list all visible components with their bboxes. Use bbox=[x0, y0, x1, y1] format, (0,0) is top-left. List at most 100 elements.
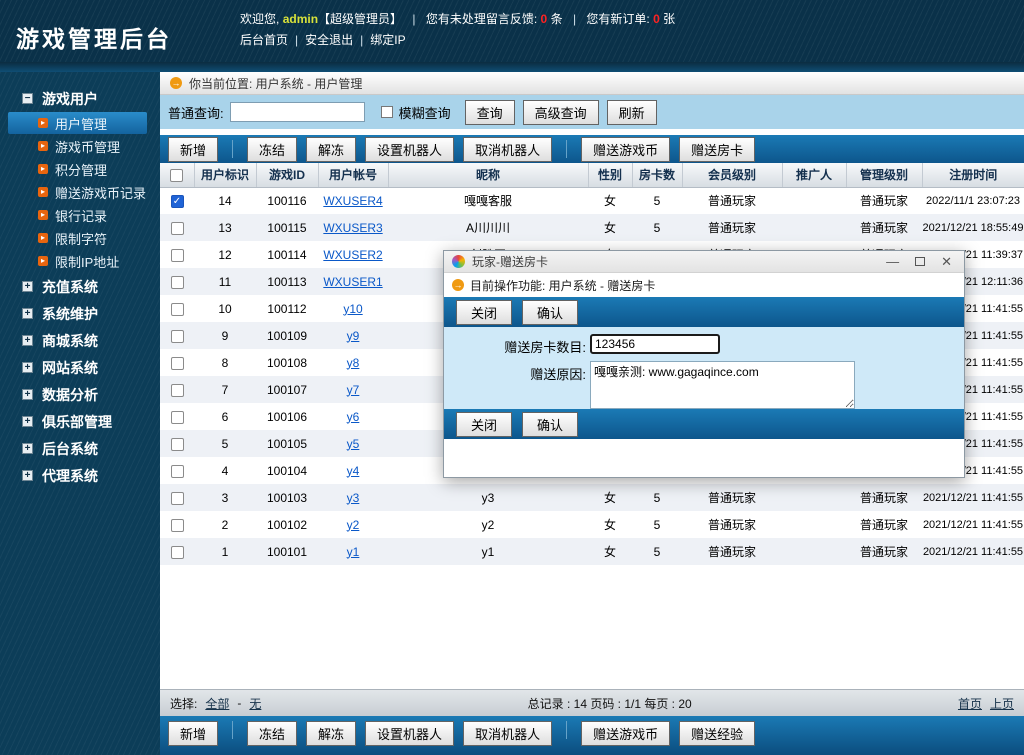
close-button[interactable]: 关闭 bbox=[456, 300, 512, 325]
column-header-管理级别[interactable]: 管理级别 bbox=[846, 163, 922, 187]
page-link-首页[interactable]: 首页 bbox=[958, 695, 982, 712]
row-checkbox[interactable] bbox=[171, 519, 184, 532]
sidebar-group-游戏用户[interactable]: −游戏用户 bbox=[0, 86, 160, 111]
查询-button[interactable]: 查询 bbox=[465, 100, 515, 125]
sidebar-item-积分管理[interactable]: ▸积分管理 bbox=[8, 158, 147, 180]
sidebar-group-数据分析[interactable]: +数据分析 bbox=[0, 382, 160, 407]
新增-button[interactable]: 新增 bbox=[168, 137, 218, 162]
header-link-0[interactable]: 后台首页 bbox=[240, 33, 288, 47]
取消机器人-button[interactable]: 取消机器人 bbox=[463, 137, 552, 162]
account-link[interactable]: y2 bbox=[347, 518, 360, 532]
column-header-注册时间[interactable]: 注册时间 bbox=[922, 163, 1024, 187]
row-checkbox[interactable] bbox=[171, 384, 184, 397]
sidebar-item-用户管理[interactable]: ▸用户管理 bbox=[8, 112, 147, 134]
account-link[interactable]: y10 bbox=[343, 302, 362, 316]
room-card-count-input[interactable] bbox=[590, 334, 720, 354]
row-checkbox[interactable] bbox=[171, 276, 184, 289]
column-header-用户标识[interactable]: 用户标识 bbox=[194, 163, 256, 187]
selection-controls: 选择: 全部 - 无 bbox=[170, 695, 261, 712]
select-none-link[interactable]: 无 bbox=[249, 695, 261, 712]
account-link[interactable]: y8 bbox=[347, 356, 360, 370]
uid-cell: 10 bbox=[194, 295, 256, 322]
account-link[interactable]: WXUSER2 bbox=[323, 248, 382, 262]
取消机器人-button[interactable]: 取消机器人 bbox=[463, 721, 552, 746]
search-input[interactable] bbox=[230, 102, 365, 122]
fuzzy-checkbox[interactable] bbox=[381, 106, 393, 118]
dialog-titlebar[interactable]: 玩家-赠送房卡 — ✕ bbox=[444, 251, 964, 273]
account-link[interactable]: y4 bbox=[347, 464, 360, 478]
sidebar-item-银行记录[interactable]: ▸银行记录 bbox=[8, 204, 147, 226]
column-header-昵称[interactable]: 昵称 bbox=[388, 163, 588, 187]
sidebar-group-代理系统[interactable]: +代理系统 bbox=[0, 463, 160, 488]
赠送游戏币-button[interactable]: 赠送游戏币 bbox=[581, 137, 670, 162]
room-cards-cell: 5 bbox=[632, 214, 682, 241]
解冻-button[interactable]: 解冻 bbox=[306, 137, 356, 162]
column-header-会员级别[interactable]: 会员级别 bbox=[682, 163, 782, 187]
row-checkbox[interactable]: ✓ bbox=[171, 195, 184, 208]
header-link-2[interactable]: 绑定IP bbox=[370, 33, 405, 47]
select-all-link[interactable]: 全部 bbox=[205, 695, 229, 712]
sidebar-group-充值系统[interactable]: +充值系统 bbox=[0, 274, 160, 299]
confirm-button[interactable]: 确认 bbox=[522, 300, 578, 325]
高级查询-button[interactable]: 高级查询 bbox=[523, 100, 599, 125]
row-checkbox[interactable] bbox=[171, 438, 184, 451]
row-checkbox[interactable] bbox=[171, 465, 184, 478]
account-link[interactable]: y3 bbox=[347, 491, 360, 505]
sidebar-group-网站系统[interactable]: +网站系统 bbox=[0, 355, 160, 380]
赠送游戏币-button[interactable]: 赠送游戏币 bbox=[581, 721, 670, 746]
刷新-button[interactable]: 刷新 bbox=[607, 100, 657, 125]
row-checkbox[interactable] bbox=[171, 411, 184, 424]
feedback-unit: 条 bbox=[551, 12, 563, 26]
冻结-button[interactable]: 冻结 bbox=[247, 721, 297, 746]
confirm-button[interactable]: 确认 bbox=[522, 412, 578, 437]
close-button[interactable]: 关闭 bbox=[456, 412, 512, 437]
sidebar-item-游戏币管理[interactable]: ▸游戏币管理 bbox=[8, 135, 147, 157]
header-link-1[interactable]: 安全退出 bbox=[305, 33, 353, 47]
account-link[interactable]: y9 bbox=[347, 329, 360, 343]
gift-reason-textarea[interactable]: 嘎嘎亲测: www.gagaqince.com bbox=[590, 361, 855, 409]
sidebar-group-系统维护[interactable]: +系统维护 bbox=[0, 301, 160, 326]
row-checkbox[interactable] bbox=[171, 303, 184, 316]
account-link[interactable]: WXUSER3 bbox=[323, 221, 382, 235]
account-link[interactable]: y1 bbox=[347, 545, 360, 559]
account-link[interactable]: y5 bbox=[347, 437, 360, 451]
page-link-上页[interactable]: 上页 bbox=[990, 695, 1014, 712]
dialog-toolbar-bottom: 关闭 确认 bbox=[444, 409, 964, 439]
column-header-推广人[interactable]: 推广人 bbox=[782, 163, 846, 187]
row-checkbox[interactable] bbox=[171, 492, 184, 505]
赠送经验-button[interactable]: 赠送经验 bbox=[679, 721, 755, 746]
row-checkbox[interactable] bbox=[171, 249, 184, 262]
设置机器人-button[interactable]: 设置机器人 bbox=[365, 721, 454, 746]
sidebar-item-限制IP地址[interactable]: ▸限制IP地址 bbox=[8, 250, 147, 272]
赠送房卡-button[interactable]: 赠送房卡 bbox=[679, 137, 755, 162]
minimize-icon[interactable]: — bbox=[886, 257, 899, 267]
row-checkbox[interactable] bbox=[171, 357, 184, 370]
table-row: 1100101y1y1女5普通玩家普通玩家2021/12/21 11:41:55 bbox=[160, 538, 1024, 565]
account-link[interactable]: WXUSER1 bbox=[323, 275, 382, 289]
sidebar-item-赠送游戏币记录[interactable]: ▸赠送游戏币记录 bbox=[8, 181, 147, 203]
account-link[interactable]: y7 bbox=[347, 383, 360, 397]
冻结-button[interactable]: 冻结 bbox=[247, 137, 297, 162]
row-checkbox[interactable] bbox=[171, 546, 184, 559]
column-header-游戏ID[interactable]: 游戏ID bbox=[256, 163, 318, 187]
gender-cell: 女 bbox=[588, 214, 632, 241]
sidebar-group-后台系统[interactable]: +后台系统 bbox=[0, 436, 160, 461]
row-checkbox[interactable] bbox=[171, 222, 184, 235]
column-header-用户帐号[interactable]: 用户帐号 bbox=[318, 163, 388, 187]
account-link[interactable]: WXUSER4 bbox=[323, 194, 382, 208]
account-link[interactable]: y6 bbox=[347, 410, 360, 424]
新增-button[interactable]: 新增 bbox=[168, 721, 218, 746]
table-row: ✓14100116WXUSER4嘎嘎客服女5普通玩家普通玩家2022/11/1 … bbox=[160, 187, 1024, 214]
sidebar-item-限制字符[interactable]: ▸限制字符 bbox=[8, 227, 147, 249]
row-checkbox[interactable] bbox=[171, 330, 184, 343]
sidebar-group-俱乐部管理[interactable]: +俱乐部管理 bbox=[0, 409, 160, 434]
设置机器人-button[interactable]: 设置机器人 bbox=[365, 137, 454, 162]
解冻-button[interactable]: 解冻 bbox=[306, 721, 356, 746]
column-header-房卡数[interactable]: 房卡数 bbox=[632, 163, 682, 187]
sidebar-group-label: 数据分析 bbox=[42, 385, 98, 405]
maximize-icon[interactable] bbox=[915, 257, 925, 266]
close-icon[interactable]: ✕ bbox=[941, 254, 952, 270]
column-header-性别[interactable]: 性别 bbox=[588, 163, 632, 187]
select-all-checkbox[interactable] bbox=[170, 169, 183, 182]
sidebar-group-商城系统[interactable]: +商城系统 bbox=[0, 328, 160, 353]
